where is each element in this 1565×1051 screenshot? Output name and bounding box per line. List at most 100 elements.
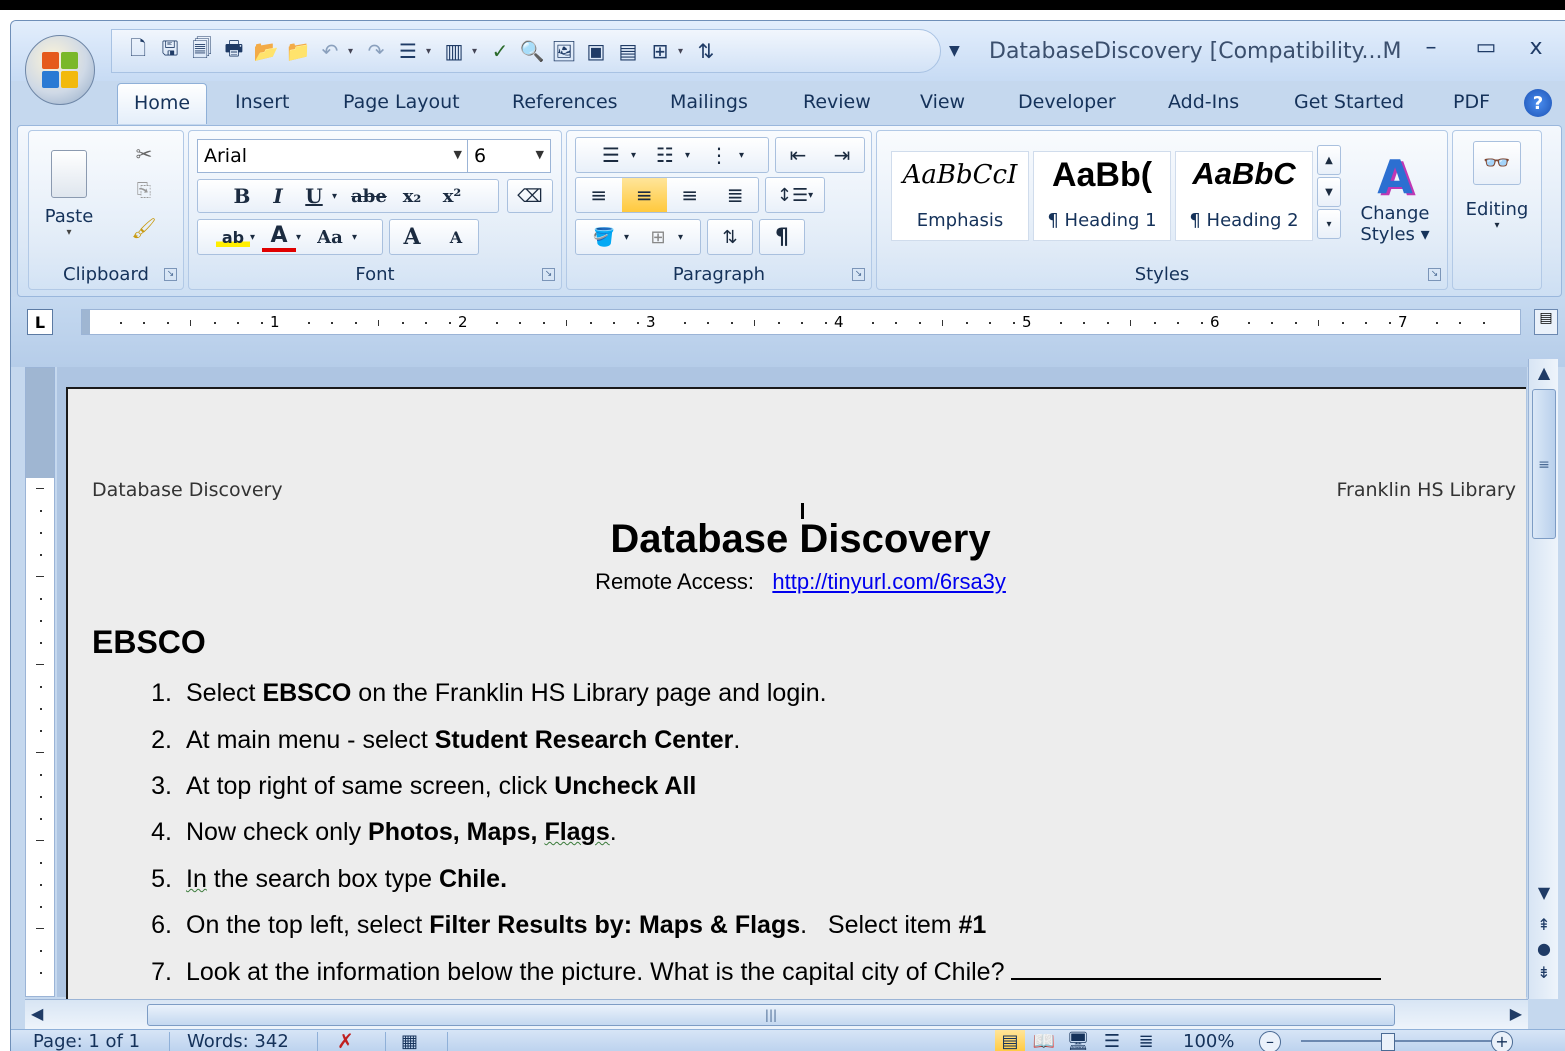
draft-view-icon[interactable]: ≣ — [1131, 1030, 1161, 1051]
undo-icon[interactable]: ↶ — [316, 37, 344, 65]
undo-dropdown-icon[interactable]: ▾ — [348, 46, 358, 57]
numbering-dropdown-icon[interactable]: ▾ — [685, 150, 699, 161]
tab-review[interactable]: Review — [803, 91, 871, 113]
bold-button[interactable]: B — [224, 184, 260, 208]
full-screen-reading-icon[interactable]: 📖 — [1029, 1030, 1059, 1051]
tab-pdf[interactable]: PDF — [1453, 91, 1490, 113]
picture-icon[interactable]: 🖼 — [550, 37, 578, 65]
proofing-icon[interactable]: ✗ — [337, 1030, 354, 1051]
borders-icon[interactable]: ⊞ — [638, 227, 678, 248]
tab-references[interactable]: References — [512, 91, 618, 113]
horizontal-scroll-thumb[interactable]: ||| — [147, 1004, 1395, 1026]
line-spacing-button[interactable]: ↕☰ ▾ — [765, 177, 825, 213]
columns-dropdown-icon[interactable]: ▾ — [472, 46, 482, 57]
find-icon[interactable]: 🔍 — [518, 37, 546, 65]
font-color-dropdown-icon[interactable]: ▾ — [296, 232, 308, 243]
tab-view[interactable]: View — [920, 91, 965, 113]
font-name-combo[interactable]: Arial ▼ — [197, 139, 469, 173]
font-size-combo[interactable]: 6 ▼ — [467, 139, 551, 173]
tab-insert[interactable]: Insert — [235, 91, 290, 113]
italic-button[interactable]: I — [260, 184, 296, 208]
styles-more-icon[interactable]: ▾ — [1317, 209, 1341, 239]
print-preview-icon[interactable]: 🗐 — [188, 36, 216, 65]
paste-button[interactable]: Paste ▾ — [39, 139, 99, 249]
underline-dropdown-icon[interactable]: ▾ — [332, 191, 346, 202]
cut-icon[interactable]: ✂ — [127, 139, 161, 169]
answer-blank[interactable] — [1011, 958, 1382, 980]
align-right-icon[interactable]: ≡ — [667, 183, 713, 207]
print-layout-view-icon[interactable]: ▤ — [995, 1030, 1025, 1051]
tab-get-started[interactable]: Get Started — [1294, 91, 1404, 113]
shading-dropdown-icon[interactable]: ▾ — [624, 232, 638, 243]
folder-icon[interactable]: 📁 — [284, 37, 312, 65]
bullets-icon[interactable]: ☰ — [591, 143, 631, 167]
columns-icon[interactable]: ▥ — [440, 37, 468, 65]
bullets-dropdown-icon[interactable]: ▾ — [631, 150, 645, 161]
clipart-icon[interactable]: ▣ — [582, 37, 610, 65]
zoom-slider-thumb[interactable] — [1381, 1033, 1395, 1051]
new-icon[interactable]: 🗋 — [124, 36, 152, 65]
view-ruler-icon[interactable]: ▤ — [1534, 309, 1558, 335]
subscript-button[interactable]: x₂ — [392, 186, 432, 207]
vertical-scroll-thumb[interactable]: ≡ — [1532, 389, 1556, 539]
help-icon[interactable]: ? — [1524, 89, 1552, 117]
numbering-icon[interactable]: ☷ — [645, 143, 685, 167]
multilevel-dropdown-icon[interactable]: ▾ — [739, 150, 753, 161]
change-case-dropdown-icon[interactable]: ▾ — [352, 232, 364, 243]
restore-button[interactable]: ▭ — [1466, 35, 1506, 60]
change-styles-button[interactable]: A Change Styles ▾ — [1351, 133, 1439, 263]
web-layout-icon[interactable]: 🖥 — [1063, 1030, 1093, 1051]
font-color-icon[interactable]: A — [262, 223, 296, 252]
open-icon[interactable]: 📂 — [252, 37, 280, 65]
format-painter-icon[interactable]: 🖌 — [127, 213, 161, 243]
style-heading-1[interactable]: AaBb( ¶ Heading 1 — [1033, 151, 1171, 241]
highlight-dropdown-icon[interactable]: ▾ — [250, 232, 262, 243]
close-button[interactable]: x — [1516, 35, 1556, 60]
office-button[interactable] — [25, 35, 95, 105]
increase-indent-icon[interactable]: ⇥ — [820, 143, 864, 167]
spelling-icon[interactable]: ✓ — [486, 37, 514, 65]
scroll-right-icon[interactable]: ▶ — [1510, 1004, 1522, 1023]
scroll-left-icon[interactable]: ◀ — [31, 1004, 43, 1023]
document-page[interactable]: Database Discovery Franklin HS Library D… — [66, 387, 1526, 999]
scroll-up-icon[interactable]: ▲ — [1533, 363, 1555, 383]
vertical-scrollbar[interactable]: ▲ ≡ ▼ ⇞ ● ⇟ — [1528, 359, 1558, 999]
tab-mailings[interactable]: Mailings — [670, 91, 748, 113]
superscript-button[interactable]: x² — [432, 186, 472, 207]
tab-page-layout[interactable]: Page Layout — [343, 91, 460, 113]
macro-record-icon[interactable]: ▦ — [401, 1030, 418, 1051]
show-hide-button[interactable]: ¶ — [759, 219, 805, 255]
strikethrough-button[interactable]: abe — [346, 186, 392, 207]
tab-home[interactable]: Home — [117, 83, 208, 124]
zoom-slider[interactable] — [1301, 1040, 1501, 1042]
line-spacing-dropdown-icon[interactable]: ▾ — [426, 46, 436, 57]
table-dropdown-icon[interactable]: ▾ — [678, 46, 688, 57]
remote-access-link[interactable]: http://tinyurl.com/6rsa3y — [772, 569, 1006, 594]
zoom-in-icon[interactable]: + — [1491, 1031, 1513, 1051]
justify-icon[interactable]: ≣ — [713, 183, 759, 207]
tab-selector-button[interactable]: L — [27, 309, 53, 335]
styles-scroll-down-icon[interactable]: ▼ — [1317, 177, 1341, 207]
outline-view-icon[interactable]: ☰ — [1097, 1030, 1127, 1051]
word-count[interactable]: Words: 342 — [187, 1030, 289, 1051]
clipboard-launcher-icon[interactable]: ↘ — [164, 268, 177, 281]
save-icon[interactable]: 🖫 — [156, 36, 184, 65]
styles-launcher-icon[interactable]: ↘ — [1428, 268, 1441, 281]
print-icon[interactable]: 🖶 — [220, 36, 248, 65]
tab-add-ins[interactable]: Add-Ins — [1168, 91, 1239, 113]
shrink-font-button[interactable]: A — [434, 228, 478, 247]
redo-icon[interactable]: ↷ — [362, 37, 390, 65]
underline-button[interactable]: U — [296, 184, 332, 208]
editing-button[interactable]: 👓 Editing ▾ — [1457, 135, 1537, 275]
page-count[interactable]: Page: 1 of 1 — [33, 1030, 140, 1051]
multilevel-list-icon[interactable]: ⋮ — [699, 143, 739, 167]
shading-icon[interactable]: 🪣 — [584, 227, 624, 248]
align-left-icon[interactable]: ≡ — [576, 183, 622, 207]
vertical-ruler[interactable] — [25, 367, 55, 997]
styles-scroll-up-icon[interactable]: ▲ — [1317, 145, 1341, 175]
grow-font-button[interactable]: A — [390, 224, 434, 250]
sort-button[interactable]: ⇅ — [707, 219, 753, 255]
horizontal-ruler[interactable]: 1 2 3 4 5 6 7 — [81, 309, 1521, 335]
paragraph-launcher-icon[interactable]: ↘ — [852, 268, 865, 281]
zoom-out-icon[interactable]: – — [1259, 1031, 1281, 1051]
